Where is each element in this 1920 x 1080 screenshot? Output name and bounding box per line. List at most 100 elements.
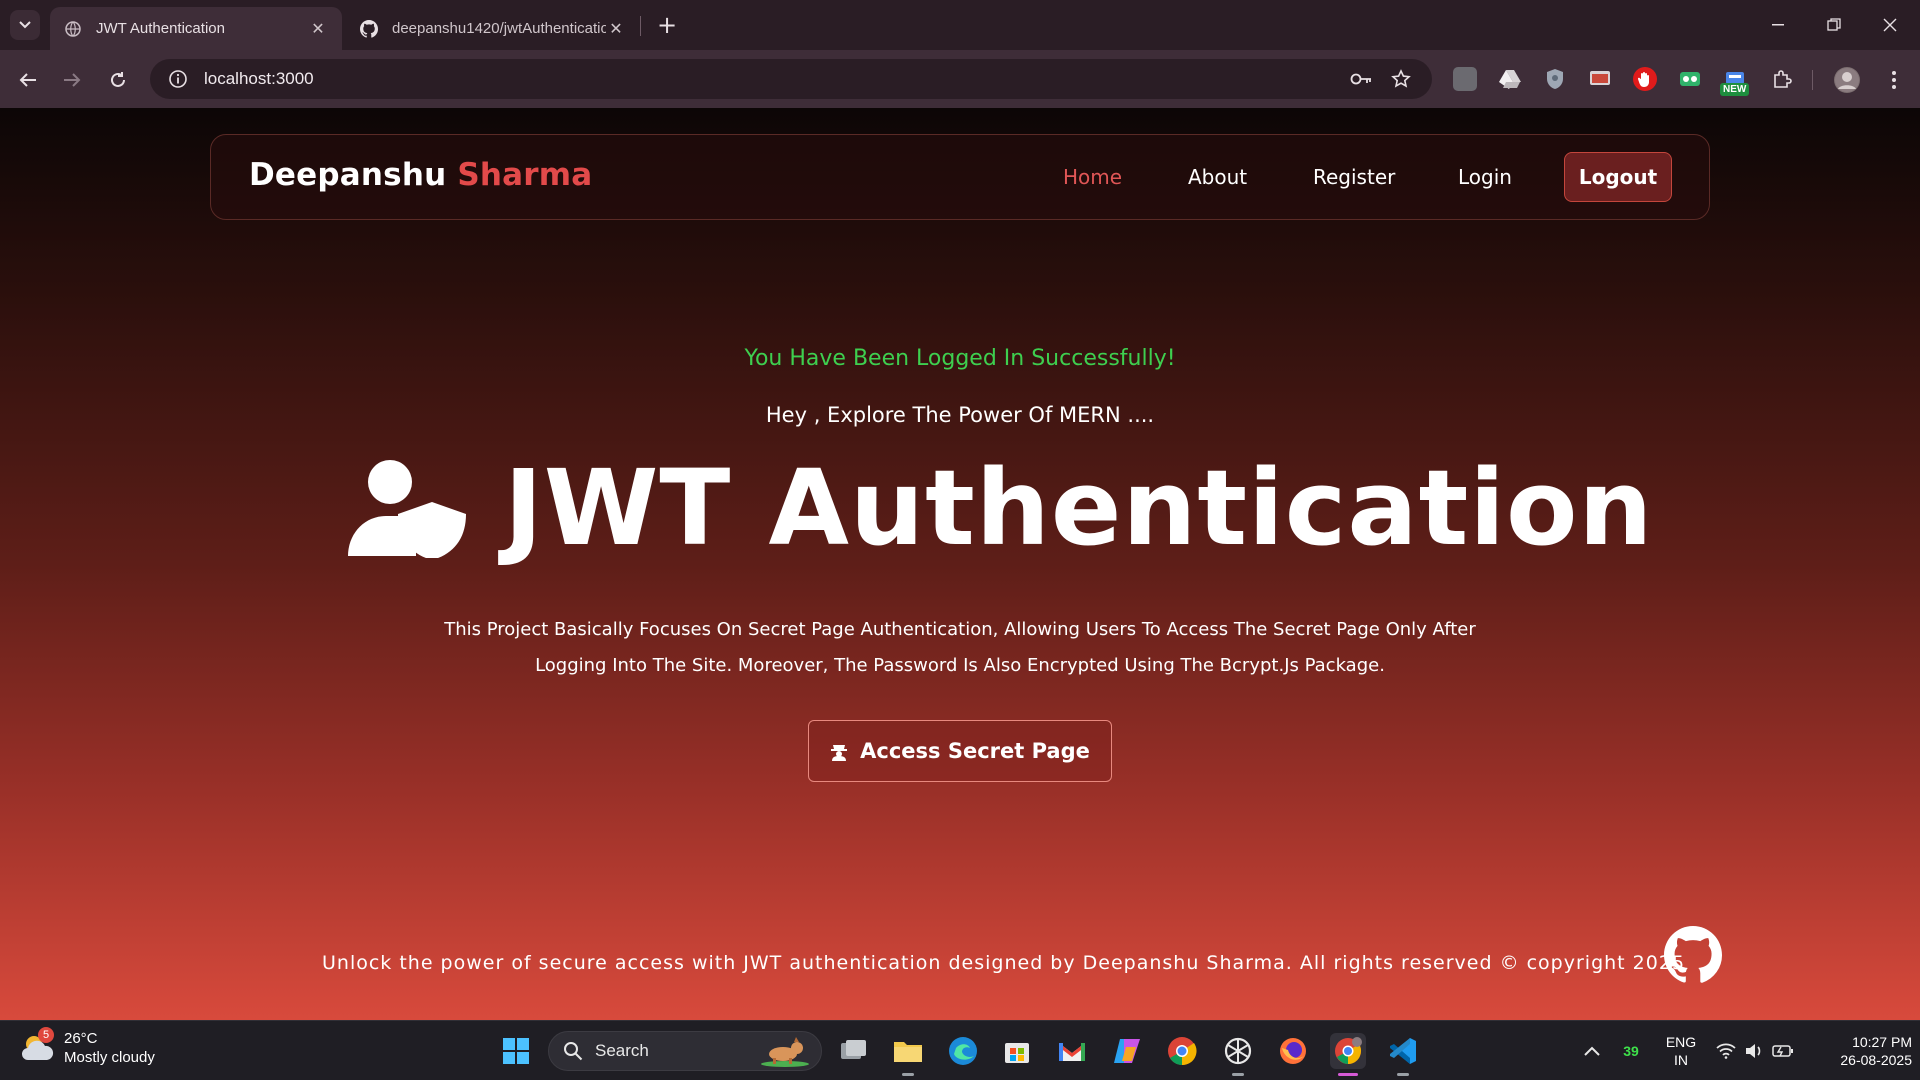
forward-button[interactable] xyxy=(56,64,88,96)
vscode-icon[interactable] xyxy=(1385,1033,1421,1069)
chrome-profile-icon[interactable] xyxy=(1330,1033,1366,1069)
close-window-button[interactable] xyxy=(1862,0,1918,50)
restore-button[interactable] xyxy=(1806,0,1862,50)
nav-register[interactable]: Register xyxy=(1313,165,1395,189)
shield-icon[interactable] xyxy=(1543,67,1567,91)
battery-icon[interactable] xyxy=(1770,1033,1796,1069)
hero-heading: JWT Authentication xyxy=(346,447,1654,569)
globe-icon xyxy=(64,20,82,38)
footer-copyright: Unlock the power of secure access with J… xyxy=(322,952,1686,974)
browser-toolbar: localhost:3000 NEW xyxy=(0,50,1920,108)
description-line-2: Logging Into The Site. Moreover, The Pas… xyxy=(535,655,1385,676)
hand-icon[interactable] xyxy=(1633,67,1657,91)
file-explorer-icon[interactable] xyxy=(890,1033,926,1069)
user-shield-icon xyxy=(348,460,466,558)
login-success-message: You Have Been Logged In Successfully! xyxy=(744,346,1176,371)
nav-about[interactable]: About xyxy=(1188,165,1247,189)
more-vert-icon xyxy=(1892,71,1896,89)
volume-icon[interactable] xyxy=(1742,1033,1766,1069)
language-indicator[interactable]: ENG IN xyxy=(1660,1033,1702,1069)
secret-button-label: Access Secret Page xyxy=(860,739,1090,763)
language-code: ENG xyxy=(1665,1034,1697,1050)
screencast-icon[interactable] xyxy=(1588,67,1612,91)
description-line-1: This Project Basically Focuses On Secret… xyxy=(444,619,1476,640)
address-bar[interactable]: localhost:3000 xyxy=(150,59,1432,99)
arrow-left-icon xyxy=(19,73,36,87)
close-icon[interactable]: ✕ xyxy=(308,19,328,39)
copilot-icon[interactable] xyxy=(1109,1033,1145,1069)
running-indicator xyxy=(1232,1073,1244,1076)
weather-widget[interactable]: 5 26°C Mostly cloudy xyxy=(20,1027,155,1067)
folder-icon[interactable] xyxy=(1453,67,1477,91)
nav-login[interactable]: Login xyxy=(1458,165,1512,189)
menu-button[interactable] xyxy=(1878,64,1910,96)
wifi-icon[interactable] xyxy=(1714,1033,1738,1069)
tab-divider xyxy=(640,16,641,36)
reload-icon xyxy=(111,72,125,87)
page-viewport: Deepanshu Sharma Home About Register Log… xyxy=(0,108,1920,1020)
search-icon xyxy=(564,1042,583,1061)
github-icon xyxy=(360,19,378,38)
secret-agent-icon xyxy=(830,741,848,761)
clock-date: 26-08-2025 xyxy=(1840,1052,1912,1068)
brand-last-name: Sharma xyxy=(457,157,593,193)
running-indicator xyxy=(1397,1073,1409,1076)
arrow-right-icon xyxy=(64,73,81,87)
windows-taskbar: 5 26°C Mostly cloudy Search 39 ENG IN 10… xyxy=(0,1020,1920,1080)
hero-subtitle: Hey , Explore The Power Of MERN .... xyxy=(765,403,1155,427)
brand-first-name: Deepanshu xyxy=(249,157,447,193)
key-icon[interactable] xyxy=(1350,68,1372,90)
microsoft-store-icon[interactable] xyxy=(999,1033,1035,1069)
running-indicator xyxy=(902,1073,914,1076)
toolbar-divider xyxy=(1812,70,1813,90)
back-button[interactable] xyxy=(12,64,44,96)
restore-icon xyxy=(1827,18,1841,31)
chevron-down-icon xyxy=(19,21,31,29)
search-label: Search xyxy=(595,1041,649,1060)
clock[interactable]: 10:27 PM 26-08-2025 xyxy=(1810,1033,1912,1069)
logout-button[interactable]: Logout xyxy=(1564,152,1672,202)
site-info-icon[interactable] xyxy=(158,69,198,89)
project-description: This Project Basically Focuses On Secret… xyxy=(440,612,1480,684)
firefox-icon[interactable] xyxy=(1275,1033,1311,1069)
new-tab-button[interactable]: + xyxy=(652,11,682,41)
tab-jwt-authentication[interactable]: JWT Authentication ✕ xyxy=(50,7,342,50)
edge-icon[interactable] xyxy=(945,1033,981,1069)
site-navbar: Deepanshu Sharma Home About Register Log… xyxy=(210,134,1710,220)
tab-strip: JWT Authentication ✕ deepanshu1420/jwtAu… xyxy=(0,0,1920,50)
hero-title: JWT Authentication xyxy=(504,447,1654,569)
close-icon[interactable]: ✕ xyxy=(606,19,626,39)
minimize-button[interactable] xyxy=(1750,0,1806,50)
new-badge: NEW xyxy=(1720,83,1750,96)
active-indicator xyxy=(1338,1073,1358,1076)
taskbar-search[interactable]: Search xyxy=(548,1031,822,1071)
avatar[interactable] xyxy=(1834,67,1860,93)
github-icon[interactable] xyxy=(1664,926,1723,984)
drive-icon[interactable] xyxy=(1498,67,1522,91)
tab-github-repo[interactable]: deepanshu1420/jwtAuthentication ✕ xyxy=(346,7,640,50)
puzzle-icon[interactable] xyxy=(1770,67,1794,91)
access-secret-page-button[interactable]: Access Secret Page xyxy=(808,720,1112,782)
close-icon xyxy=(1883,18,1897,32)
chrome-icon[interactable] xyxy=(1164,1033,1200,1069)
windows-start-icon[interactable] xyxy=(498,1033,534,1069)
weather-badge: 5 xyxy=(38,1027,54,1043)
region-code: IN xyxy=(1674,1052,1688,1068)
tray-badge-count[interactable]: 39 xyxy=(1616,1042,1646,1060)
dog-illustration-icon xyxy=(761,1037,809,1067)
clock-time: 10:27 PM xyxy=(1852,1034,1912,1050)
chatgpt-icon[interactable] xyxy=(1220,1033,1256,1069)
tab-title: deepanshu1420/jwtAuthentication xyxy=(392,20,606,37)
weather-condition: Mostly cloudy xyxy=(64,1049,155,1066)
grammar-icon[interactable] xyxy=(1678,67,1702,91)
task-view-icon[interactable] xyxy=(836,1033,872,1069)
gmail-icon[interactable] xyxy=(1054,1033,1090,1069)
nav-home[interactable]: Home xyxy=(1063,165,1122,189)
star-icon[interactable] xyxy=(1390,68,1412,90)
brand-logo[interactable]: Deepanshu Sharma xyxy=(249,157,592,193)
minimize-icon xyxy=(1772,24,1784,26)
url-text[interactable]: localhost:3000 xyxy=(204,69,1432,89)
tab-search-button[interactable] xyxy=(10,10,40,40)
chevron-up-icon[interactable] xyxy=(1574,1033,1610,1069)
reload-button[interactable] xyxy=(102,64,134,96)
